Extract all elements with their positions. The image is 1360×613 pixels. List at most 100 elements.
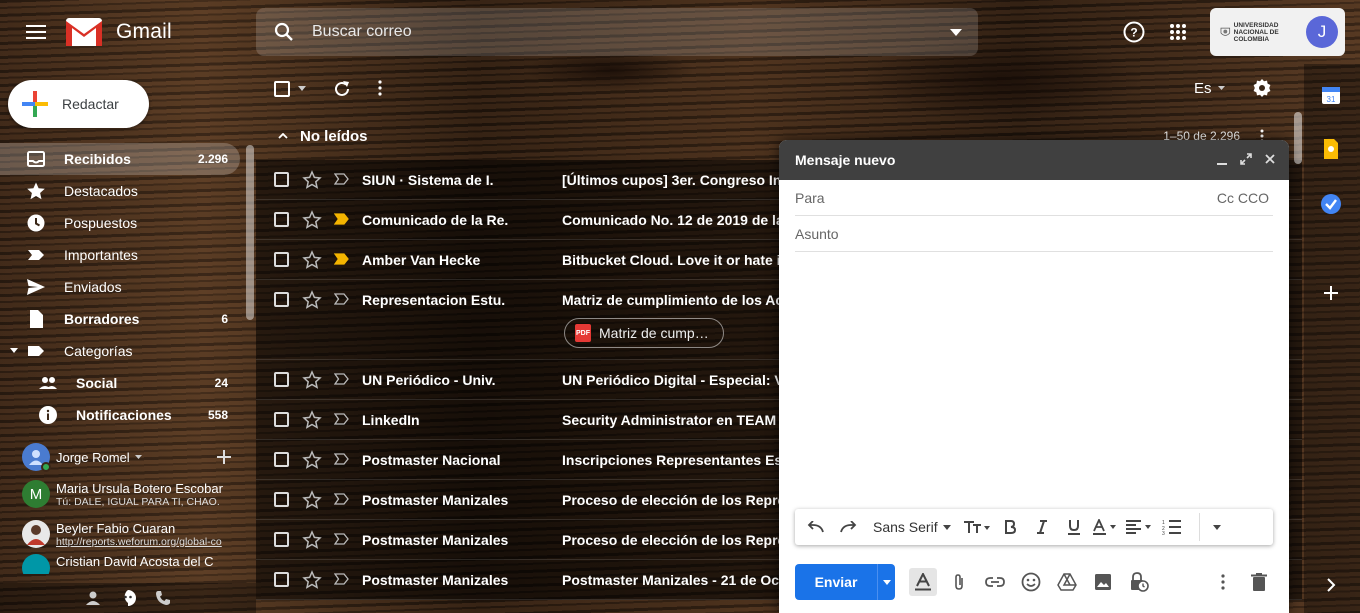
insert-emoji-icon[interactable] bbox=[1017, 568, 1045, 596]
select-options-icon[interactable] bbox=[298, 86, 306, 91]
collapse-section-icon[interactable] bbox=[278, 133, 288, 139]
hangouts-contact[interactable]: Cristian David Acosta del C bbox=[0, 554, 240, 574]
to-field[interactable]: Cc CCO bbox=[795, 180, 1273, 216]
select-all-checkbox[interactable] bbox=[274, 81, 290, 97]
star-toggle-icon[interactable] bbox=[302, 290, 322, 310]
star-toggle-icon[interactable] bbox=[302, 250, 322, 270]
discard-draft-icon[interactable] bbox=[1245, 568, 1273, 596]
phone-tab-icon[interactable] bbox=[155, 590, 171, 606]
search-icon[interactable] bbox=[256, 8, 312, 56]
list-scrollbar[interactable] bbox=[1294, 112, 1302, 164]
row-checkbox[interactable] bbox=[274, 532, 289, 547]
more-options-icon[interactable] bbox=[1209, 568, 1237, 596]
align-icon[interactable] bbox=[1125, 513, 1153, 541]
sidebar-scrollbar[interactable] bbox=[246, 145, 254, 320]
undo-icon[interactable] bbox=[803, 513, 829, 541]
row-checkbox[interactable] bbox=[274, 212, 289, 227]
star-toggle-icon[interactable] bbox=[302, 170, 322, 190]
star-toggle-icon[interactable] bbox=[302, 210, 322, 230]
sidebar-item-borradores[interactable]: Borradores 6 bbox=[0, 303, 240, 335]
collapse-caret-icon[interactable] bbox=[10, 348, 18, 353]
font-size-icon[interactable] bbox=[963, 513, 991, 541]
sidebar-item-recibidos[interactable]: Recibidos 2.296 bbox=[0, 143, 240, 175]
insert-link-icon[interactable] bbox=[981, 568, 1009, 596]
send-options-icon[interactable] bbox=[877, 564, 895, 600]
more-vert-icon[interactable] bbox=[378, 80, 382, 96]
row-checkbox[interactable] bbox=[274, 492, 289, 507]
contacts-tab-icon[interactable] bbox=[85, 590, 101, 606]
main-menu-icon[interactable] bbox=[20, 16, 52, 48]
row-checkbox[interactable] bbox=[274, 172, 289, 187]
star-toggle-icon[interactable] bbox=[302, 410, 322, 430]
importance-marker-icon[interactable] bbox=[334, 252, 350, 266]
row-checkbox[interactable] bbox=[274, 412, 289, 427]
star-toggle-icon[interactable] bbox=[302, 490, 322, 510]
keep-icon[interactable] bbox=[1320, 138, 1342, 160]
to-input[interactable] bbox=[795, 189, 1273, 206]
add-contact-icon[interactable] bbox=[217, 450, 231, 464]
hangouts-contact[interactable]: M Maria Ursula Botero Escobar Tú: DALE, … bbox=[0, 474, 240, 514]
numbered-list-icon[interactable]: 123 bbox=[1159, 513, 1185, 541]
tasks-icon[interactable] bbox=[1320, 193, 1342, 215]
importance-marker-icon[interactable] bbox=[334, 172, 350, 186]
sidebar-item-pospuestos[interactable]: Pospuestos bbox=[0, 207, 240, 239]
send-button[interactable]: Enviar bbox=[795, 564, 877, 600]
row-checkbox[interactable] bbox=[274, 292, 289, 307]
message-body[interactable] bbox=[795, 256, 1273, 496]
account-avatar[interactable]: J bbox=[1306, 16, 1338, 48]
compose-button[interactable]: Redactar bbox=[8, 80, 149, 128]
hangouts-tab-icon[interactable] bbox=[119, 589, 137, 607]
search-options-icon[interactable] bbox=[934, 8, 978, 56]
star-toggle-icon[interactable] bbox=[302, 450, 322, 470]
sidebar-item-destacados[interactable]: Destacados bbox=[0, 175, 240, 207]
importance-marker-icon[interactable] bbox=[334, 292, 350, 306]
underline-icon[interactable] bbox=[1061, 513, 1087, 541]
importance-marker-icon[interactable] bbox=[334, 212, 350, 226]
minimize-icon[interactable] bbox=[1215, 152, 1229, 166]
insert-photo-icon[interactable] bbox=[1089, 568, 1117, 596]
settings-gear-icon[interactable] bbox=[1253, 79, 1271, 97]
google-drive-icon[interactable] bbox=[1053, 568, 1081, 596]
add-addon-icon[interactable] bbox=[1320, 282, 1342, 304]
compose-header[interactable]: Mensaje nuevo bbox=[779, 140, 1289, 180]
importance-marker-icon[interactable] bbox=[334, 492, 350, 506]
importance-marker-icon[interactable] bbox=[334, 572, 350, 586]
search-bar[interactable] bbox=[256, 8, 978, 56]
help-icon[interactable]: ? bbox=[1118, 16, 1150, 48]
redo-icon[interactable] bbox=[835, 513, 861, 541]
row-checkbox[interactable] bbox=[274, 372, 289, 387]
chevron-down-icon[interactable] bbox=[1218, 86, 1225, 90]
importance-marker-icon[interactable] bbox=[334, 412, 350, 426]
importance-marker-icon[interactable] bbox=[334, 532, 350, 546]
formatting-options-icon[interactable] bbox=[909, 568, 937, 596]
star-toggle-icon[interactable] bbox=[302, 370, 322, 390]
star-toggle-icon[interactable] bbox=[302, 530, 322, 550]
italic-icon[interactable] bbox=[1029, 513, 1055, 541]
search-input[interactable] bbox=[312, 23, 934, 41]
hangouts-me[interactable]: Jorge Romel bbox=[0, 440, 240, 474]
importance-marker-icon[interactable] bbox=[334, 452, 350, 466]
sidebar-item-notificaciones[interactable]: Notificaciones 558 bbox=[0, 399, 240, 431]
sidebar-item-importantes[interactable]: Importantes bbox=[0, 239, 240, 271]
row-checkbox[interactable] bbox=[274, 252, 289, 267]
gmail-logo[interactable]: Gmail bbox=[66, 18, 172, 46]
row-checkbox[interactable] bbox=[274, 572, 289, 587]
input-language[interactable]: Es bbox=[1194, 80, 1212, 97]
sidebar-item-categorias[interactable]: Categorías bbox=[0, 335, 240, 367]
subject-field[interactable] bbox=[795, 216, 1273, 252]
expand-panel-icon[interactable] bbox=[1320, 574, 1342, 596]
importance-marker-icon[interactable] bbox=[334, 372, 350, 386]
refresh-icon[interactable] bbox=[333, 80, 351, 98]
font-family-select[interactable]: Sans Serif bbox=[867, 519, 957, 535]
attach-file-icon[interactable] bbox=[945, 568, 973, 596]
account-switcher[interactable]: UNIVERSIDAD NACIONAL DE COLOMBIA J bbox=[1210, 8, 1345, 56]
subject-input[interactable] bbox=[795, 225, 1273, 242]
text-color-icon[interactable] bbox=[1093, 513, 1119, 541]
fullscreen-icon[interactable] bbox=[1239, 152, 1253, 166]
bold-icon[interactable] bbox=[997, 513, 1023, 541]
star-toggle-icon[interactable] bbox=[302, 570, 322, 590]
attachment-chip[interactable]: PDF Matriz de cump… bbox=[564, 318, 724, 348]
close-icon[interactable] bbox=[1263, 152, 1277, 166]
calendar-icon[interactable]: 31 bbox=[1320, 84, 1342, 106]
apps-grid-icon[interactable] bbox=[1162, 16, 1194, 48]
